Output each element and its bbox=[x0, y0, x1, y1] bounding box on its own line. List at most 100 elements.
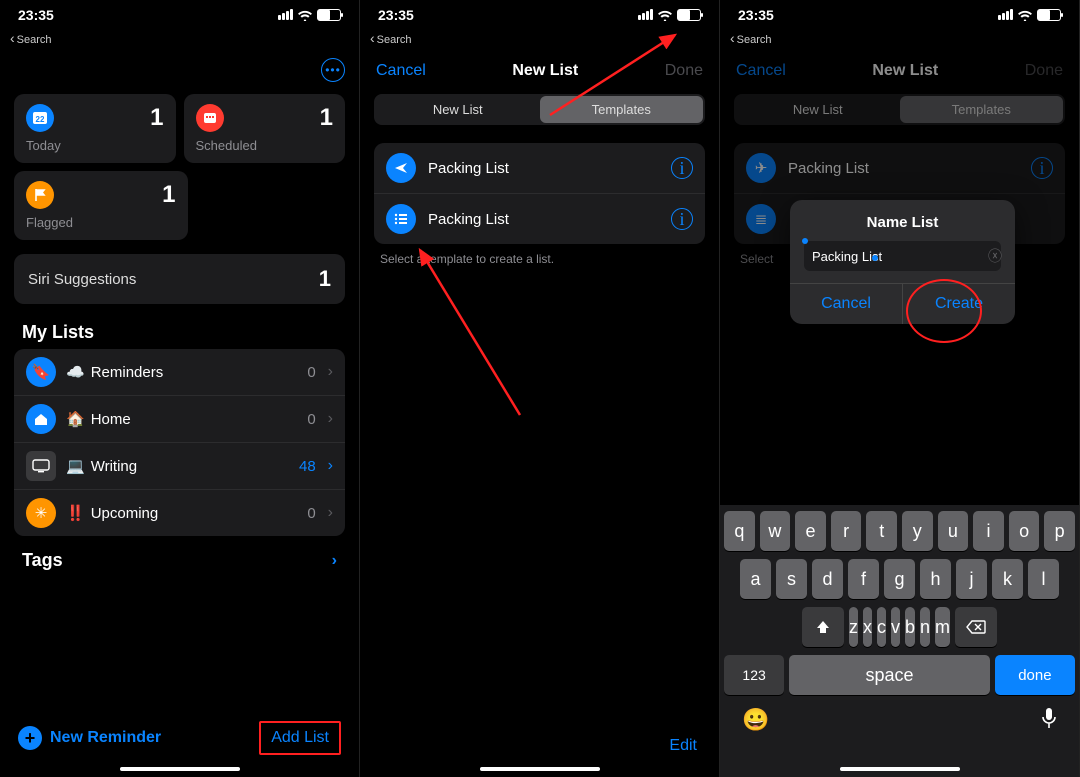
screen-new-list-templates: 23:35 Search Cancel New List Done New Li… bbox=[360, 0, 720, 777]
calendar-grid-icon bbox=[196, 104, 224, 132]
flag-icon bbox=[26, 181, 54, 209]
add-list-button[interactable]: Add List bbox=[271, 729, 329, 746]
key-q[interactable]: q bbox=[724, 511, 755, 551]
segment-templates[interactable]: Templates bbox=[900, 96, 1064, 123]
key-s[interactable]: s bbox=[776, 559, 807, 599]
info-icon[interactable]: i bbox=[671, 157, 693, 179]
home-indicator[interactable] bbox=[840, 767, 960, 771]
backspace-key[interactable] bbox=[955, 607, 997, 647]
key-d[interactable]: d bbox=[812, 559, 843, 599]
scheduled-label: Scheduled bbox=[196, 138, 334, 153]
chevron-right-icon: › bbox=[328, 410, 333, 428]
space-key[interactable]: space bbox=[789, 655, 990, 695]
dialog-cancel-button[interactable]: Cancel bbox=[790, 284, 903, 324]
shift-key[interactable] bbox=[802, 607, 844, 647]
done-button[interactable]: Done bbox=[665, 62, 703, 80]
cellular-icon bbox=[997, 7, 1013, 23]
key-z[interactable]: z bbox=[849, 607, 858, 647]
cancel-button[interactable]: Cancel bbox=[376, 62, 426, 80]
key-u[interactable]: u bbox=[938, 511, 969, 551]
list-item-home[interactable]: 🏠Home 0 › bbox=[14, 396, 345, 443]
key-v[interactable]: v bbox=[891, 607, 900, 647]
key-y[interactable]: y bbox=[902, 511, 933, 551]
screen-reminders-home: 23:35 Search ••• 22 1 Today 1 bbox=[0, 0, 360, 777]
today-label: Today bbox=[26, 138, 164, 153]
more-button[interactable]: ••• bbox=[321, 58, 345, 82]
key-r[interactable]: r bbox=[831, 511, 862, 551]
key-h[interactable]: h bbox=[920, 559, 951, 599]
card-today[interactable]: 22 1 Today bbox=[14, 94, 176, 163]
chevron-right-icon: › bbox=[328, 363, 333, 381]
cancel-button[interactable]: Cancel bbox=[736, 62, 786, 80]
list-name-field[interactable] bbox=[812, 249, 988, 264]
list-label-text: Home bbox=[91, 411, 131, 428]
back-to-search[interactable]: Search bbox=[360, 30, 719, 52]
bookmark-icon: 🔖 bbox=[26, 357, 56, 387]
done-button[interactable]: Done bbox=[1025, 62, 1063, 80]
key-p[interactable]: p bbox=[1044, 511, 1075, 551]
segment-templates[interactable]: Templates bbox=[540, 96, 704, 123]
key-a[interactable]: a bbox=[740, 559, 771, 599]
card-scheduled[interactable]: 1 Scheduled bbox=[184, 94, 346, 163]
onscreen-keyboard[interactable]: qwertyuiop asdfghjkl zxcvbnm 123 space d… bbox=[720, 505, 1079, 777]
template-label: Packing List bbox=[428, 211, 659, 228]
chevron-right-icon: › bbox=[328, 504, 333, 522]
siri-suggestions-row[interactable]: Siri Suggestions 1 bbox=[14, 254, 345, 304]
info-icon[interactable]: i bbox=[1031, 157, 1053, 179]
segmented-control[interactable]: New List Templates bbox=[374, 94, 705, 125]
segment-new-list[interactable]: New List bbox=[376, 96, 540, 123]
template-row[interactable]: Packing List i bbox=[374, 194, 705, 244]
key-f[interactable]: f bbox=[848, 559, 879, 599]
key-i[interactable]: i bbox=[973, 511, 1004, 551]
numbers-key[interactable]: 123 bbox=[724, 655, 784, 695]
dictation-key[interactable] bbox=[1041, 707, 1057, 735]
modal-header: Cancel New List Done bbox=[720, 52, 1079, 92]
chevron-right-icon: › bbox=[332, 552, 337, 570]
key-l[interactable]: l bbox=[1028, 559, 1059, 599]
segmented-control[interactable]: New List Templates bbox=[734, 94, 1065, 125]
key-t[interactable]: t bbox=[866, 511, 897, 551]
segment-new-list[interactable]: New List bbox=[736, 96, 900, 123]
list-name-field-wrap[interactable]: ⓧ bbox=[804, 241, 1001, 271]
key-o[interactable]: o bbox=[1009, 511, 1040, 551]
template-row[interactable]: ✈ Packing List i bbox=[734, 143, 1065, 194]
star-icon: ✳︎ bbox=[26, 498, 56, 528]
list-item-upcoming[interactable]: ✳︎ ‼️Upcoming 0 › bbox=[14, 490, 345, 536]
clear-input-icon[interactable]: ⓧ bbox=[988, 246, 1002, 266]
key-e[interactable]: e bbox=[795, 511, 826, 551]
emoji-key[interactable]: 😀 bbox=[742, 707, 769, 735]
key-j[interactable]: j bbox=[956, 559, 987, 599]
key-x[interactable]: x bbox=[863, 607, 872, 647]
status-time: 23:35 bbox=[738, 7, 774, 23]
tags-row[interactable]: Tags › bbox=[0, 536, 359, 585]
scheduled-count: 1 bbox=[320, 104, 333, 132]
flagged-label: Flagged bbox=[26, 215, 176, 230]
dialog-title: Name List bbox=[790, 200, 1015, 241]
key-k[interactable]: k bbox=[992, 559, 1023, 599]
key-m[interactable]: m bbox=[935, 607, 950, 647]
keyboard-done-key[interactable]: done bbox=[995, 655, 1075, 695]
tags-label: Tags bbox=[22, 550, 63, 571]
list-item-writing[interactable]: 💻Writing 48 › bbox=[14, 443, 345, 490]
info-icon[interactable]: i bbox=[671, 208, 693, 230]
list-item-reminders[interactable]: 🔖 ☁️Reminders 0 › bbox=[14, 349, 345, 396]
new-reminder-button[interactable]: + New Reminder bbox=[18, 726, 161, 750]
key-g[interactable]: g bbox=[884, 559, 915, 599]
key-n[interactable]: n bbox=[920, 607, 930, 647]
key-b[interactable]: b bbox=[905, 607, 915, 647]
home-indicator[interactable] bbox=[120, 767, 240, 771]
templates-hint: Select a template to create a list. bbox=[360, 244, 719, 274]
list-emoji: 🏠 bbox=[66, 411, 85, 428]
home-indicator[interactable] bbox=[480, 767, 600, 771]
status-bar: 23:35 bbox=[720, 0, 1079, 30]
svg-text:22: 22 bbox=[36, 115, 45, 124]
key-c[interactable]: c bbox=[877, 607, 886, 647]
airplane-icon bbox=[386, 153, 416, 183]
card-flagged[interactable]: 1 Flagged bbox=[14, 171, 188, 240]
back-to-search[interactable]: Search bbox=[720, 30, 1079, 52]
status-bar: 23:35 bbox=[360, 0, 719, 30]
key-w[interactable]: w bbox=[760, 511, 791, 551]
template-row[interactable]: Packing List i bbox=[374, 143, 705, 194]
edit-button[interactable]: Edit bbox=[669, 737, 697, 755]
back-to-search[interactable]: Search bbox=[0, 30, 359, 52]
